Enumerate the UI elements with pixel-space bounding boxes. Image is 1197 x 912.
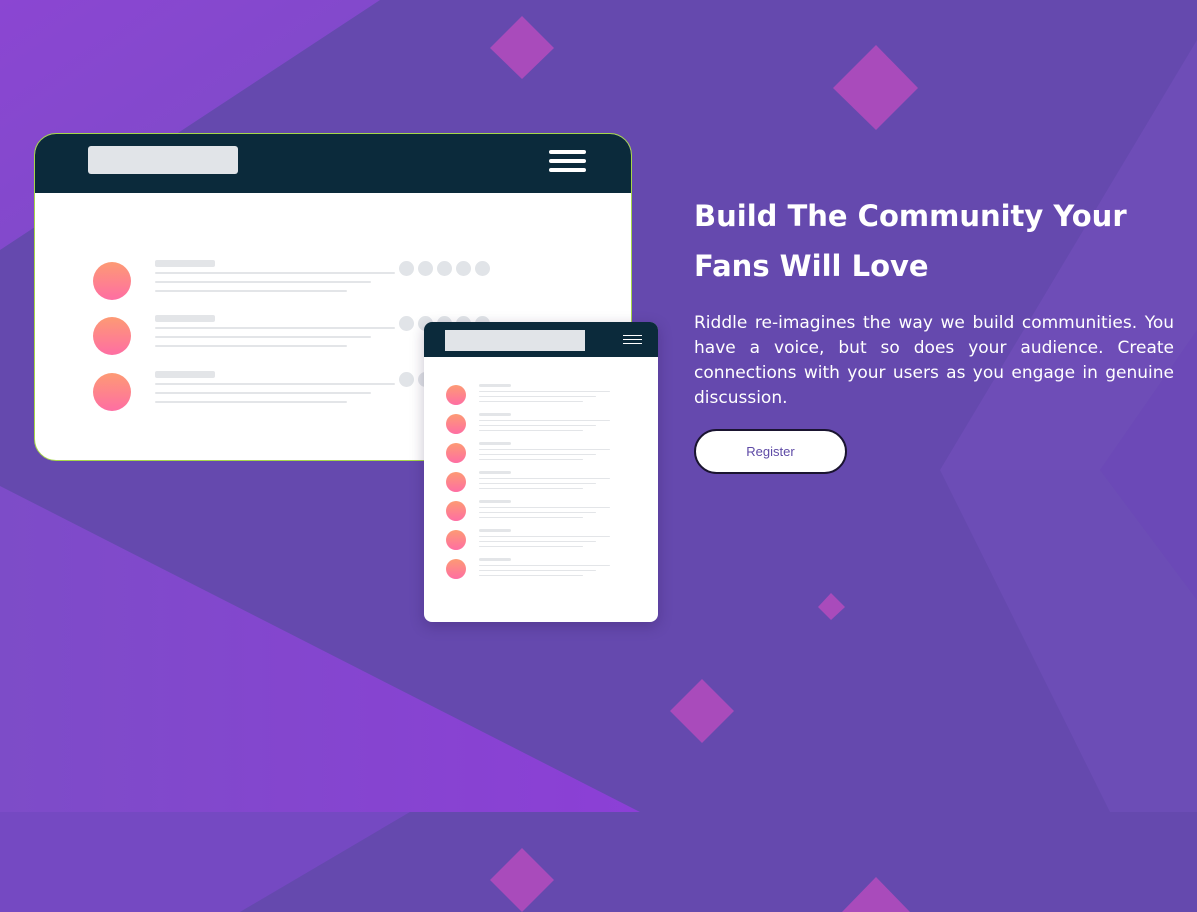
avatar xyxy=(446,385,466,405)
placeholder-line xyxy=(479,529,511,532)
placeholder-line xyxy=(479,478,610,479)
placeholder-line xyxy=(479,413,511,416)
mobile-logo-placeholder xyxy=(445,330,585,351)
desktop-logo-placeholder xyxy=(88,146,238,174)
placeholder-line xyxy=(155,336,371,338)
rating-dot xyxy=(456,261,471,276)
mobile-mockup xyxy=(424,322,658,622)
placeholder-line xyxy=(479,546,583,547)
placeholder-line xyxy=(479,558,511,561)
placeholder-line xyxy=(479,401,583,402)
placeholder-line xyxy=(155,392,371,394)
placeholder-line xyxy=(479,420,610,421)
placeholder-line xyxy=(479,488,583,489)
placeholder-line xyxy=(479,430,583,431)
placeholder-line xyxy=(479,575,583,576)
placeholder-line xyxy=(479,442,511,445)
mobile-navbar xyxy=(424,322,658,357)
placeholder-line xyxy=(155,281,371,283)
avatar xyxy=(446,414,466,434)
placeholder-line xyxy=(155,345,347,347)
placeholder-line xyxy=(479,483,596,484)
placeholder-line xyxy=(479,517,583,518)
avatar xyxy=(446,501,466,521)
avatar xyxy=(93,317,131,355)
placeholder-line xyxy=(479,391,610,392)
avatar xyxy=(93,262,131,300)
rating-dot xyxy=(418,261,433,276)
desktop-navbar xyxy=(35,134,631,193)
placeholder-line xyxy=(155,272,395,274)
rating-dot xyxy=(399,261,414,276)
placeholder-line xyxy=(479,500,511,503)
placeholder-line xyxy=(479,459,583,460)
placeholder-line xyxy=(479,425,596,426)
placeholder-line xyxy=(479,449,610,450)
hamburger-menu-icon xyxy=(623,335,642,345)
placeholder-line xyxy=(155,401,347,403)
placeholder-line xyxy=(155,327,395,329)
avatar xyxy=(446,559,466,579)
hamburger-menu-icon xyxy=(549,150,586,174)
placeholder-line xyxy=(479,396,596,397)
avatar xyxy=(446,443,466,463)
register-button[interactable]: Register xyxy=(694,429,847,474)
rating-dot xyxy=(475,261,490,276)
placeholder-line xyxy=(479,507,610,508)
avatar xyxy=(93,373,131,411)
placeholder-line xyxy=(479,541,596,542)
placeholder-line xyxy=(479,384,511,387)
placeholder-line xyxy=(155,383,395,385)
rating-dot xyxy=(437,261,452,276)
placeholder-line xyxy=(479,536,610,537)
placeholder-line xyxy=(155,290,347,292)
placeholder-line xyxy=(479,454,596,455)
placeholder-line xyxy=(155,315,215,322)
hero-title: Build The Community Your Fans Will Love xyxy=(694,199,1127,283)
placeholder-line xyxy=(155,260,215,267)
rating-dot xyxy=(399,316,414,331)
placeholder-line xyxy=(479,512,596,513)
placeholder-line xyxy=(479,570,596,571)
hero-description: Riddle re-imagines the way we build comm… xyxy=(694,313,1174,408)
avatar xyxy=(446,472,466,492)
placeholder-line xyxy=(479,565,610,566)
rating-dot xyxy=(399,372,414,387)
avatar xyxy=(446,530,466,550)
placeholder-line xyxy=(479,471,511,474)
placeholder-line xyxy=(155,371,215,378)
